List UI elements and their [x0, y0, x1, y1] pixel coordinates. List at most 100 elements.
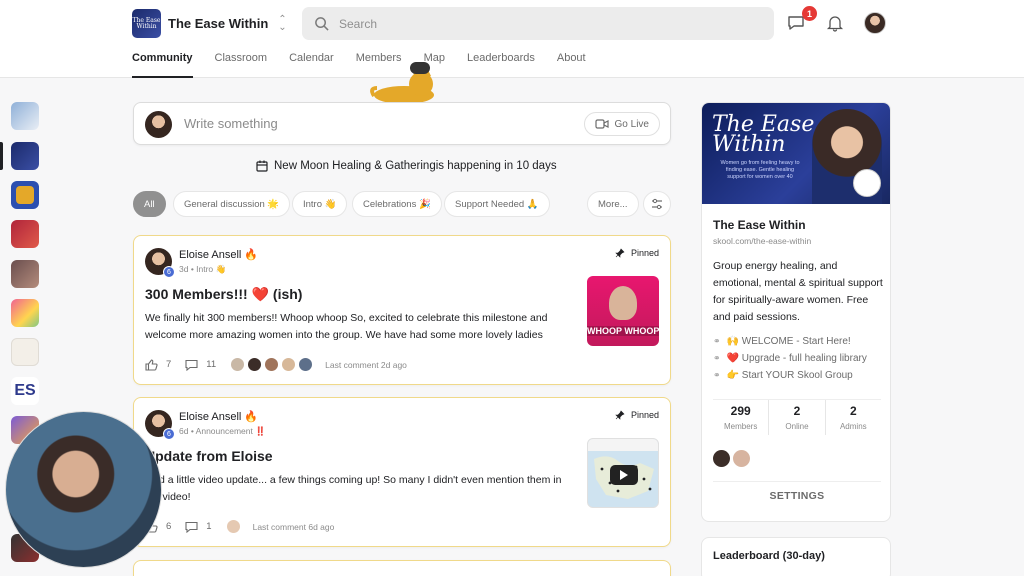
group-url[interactable]: skool.com/the-ease-within	[713, 236, 811, 246]
group-links: ⚭ 🙌 WELCOME - Start Here! ⚭ ❤️ Upgrade - f…	[713, 333, 867, 384]
thumbnail-caption: WHOOP WHOOP	[587, 326, 659, 336]
composer-input[interactable]: Write something	[184, 116, 278, 131]
post-stats: 7 11 Last comment 2d ago	[145, 357, 407, 372]
switch-chevron-icon[interactable]: ⌃ ⌄	[278, 14, 286, 32]
video-camera-icon	[594, 119, 609, 129]
rail-group-5[interactable]	[11, 260, 39, 288]
tab-classroom[interactable]: Classroom	[215, 52, 268, 78]
leaderboard-card: Leaderboard (30-day)	[701, 537, 891, 576]
post-title[interactable]: Update from Eloise	[145, 448, 273, 464]
group-switcher[interactable]: The Ease Within The Ease Within ⌃ ⌄	[132, 9, 287, 38]
group-stats: 299 Members 2 Online 2 Admins	[713, 399, 881, 435]
rail-group-6[interactable]	[11, 299, 39, 327]
level-badge: 6	[163, 266, 175, 278]
pin-icon	[615, 410, 625, 420]
search-icon	[315, 17, 329, 31]
commenter-avatar[interactable]	[281, 357, 297, 372]
post-author[interactable]: Eloise Ansell 🔥	[179, 410, 258, 423]
event-name[interactable]: New Moon Healing & Gathering	[274, 160, 436, 172]
post-thumbnail[interactable]: WHOOP WHOOP	[587, 276, 659, 346]
last-comment: Last comment 2d ago	[325, 359, 407, 370]
tab-calendar[interactable]: Calendar	[289, 52, 334, 78]
filter-celebrations[interactable]: Celebrations 🎉	[352, 191, 442, 217]
commenter-avatar[interactable]	[247, 357, 263, 372]
post-video-thumbnail[interactable]	[587, 438, 659, 508]
post-body: We finally hit 300 members!! Whoop whoop…	[145, 312, 548, 341]
event-time: is happening in 10 days	[435, 160, 557, 172]
post-composer[interactable]: Write something Go Live	[133, 102, 671, 145]
stat-label: Members	[723, 422, 758, 431]
search-bar[interactable]: Search	[302, 7, 774, 40]
bell-icon[interactable]	[826, 14, 844, 32]
group-title: The Ease Within	[713, 218, 806, 232]
rail-group-7[interactable]	[11, 338, 39, 366]
admin-avatar[interactable]	[733, 450, 750, 467]
tab-community[interactable]: Community	[132, 52, 193, 78]
filter-intro[interactable]: Intro 👋	[292, 191, 348, 217]
rail-group-ease-within[interactable]	[11, 142, 39, 170]
link-welcome[interactable]: ⚭ 🙌 WELCOME - Start Here!	[713, 333, 867, 350]
link-label: ❤️ Upgrade - full healing library	[726, 353, 867, 364]
user-avatar[interactable]	[864, 12, 886, 34]
post-card[interactable]: 6 Eloise Ansell 🔥 6d • Announcement ‼️ P…	[133, 397, 671, 547]
banner-subtitle: Women go from feeling heavy to finding e…	[720, 160, 800, 180]
leaderboard-title: Leaderboard (30-day)	[713, 550, 825, 562]
post-meta: 3d • Intro 👋	[179, 264, 227, 274]
comment-icon[interactable]	[185, 521, 198, 533]
post-card[interactable]: 6 Eloise Ansell 🔥 3d • Intro 👋 Pinned 30…	[133, 235, 671, 385]
stat-members[interactable]: 299 Members	[713, 400, 770, 435]
go-live-button[interactable]: Go Live	[583, 112, 660, 136]
comment-count: 11	[206, 359, 217, 370]
link-start-skool[interactable]: ⚭ 👉 Start YOUR Skool Group	[713, 367, 867, 384]
last-comment: Last comment 6d ago	[252, 521, 335, 532]
commenter-avatar[interactable]	[264, 357, 280, 372]
like-icon[interactable]	[145, 358, 158, 371]
like-count: 7	[166, 359, 172, 370]
post-title[interactable]: 300 Members!!! ❤️ (ish)	[145, 286, 302, 303]
admin-avatar[interactable]	[713, 450, 730, 467]
group-logo[interactable]: The Ease Within	[132, 9, 161, 38]
group-about-card: The Ease Within Women go from feeling he…	[701, 102, 891, 522]
link-icon: ⚭	[713, 353, 721, 363]
thumbnail-person	[609, 286, 637, 320]
rail-group-3[interactable]	[11, 181, 39, 209]
commenter-avatar[interactable]	[225, 519, 241, 534]
filter-all[interactable]: All	[133, 191, 166, 217]
composer-avatar	[145, 111, 172, 138]
play-icon[interactable]	[610, 465, 638, 485]
tab-about[interactable]: About	[557, 52, 586, 78]
chat-badge: 1	[802, 6, 817, 21]
rail-group-4[interactable]	[11, 220, 39, 248]
link-label: 🙌 WELCOME - Start Here!	[726, 336, 851, 347]
event-banner[interactable]: New Moon Healing & Gathering is happenin…	[256, 160, 557, 172]
calendar-icon	[256, 160, 268, 172]
rail-group-1[interactable]	[11, 102, 39, 130]
rail-group-es[interactable]: ES	[11, 377, 39, 405]
search-input[interactable]: Search	[339, 17, 377, 31]
pinned-label: Pinned	[615, 248, 659, 258]
filter-support-needed[interactable]: Support Needed 🙏	[444, 191, 550, 217]
pinned-text: Pinned	[630, 248, 659, 258]
post-author[interactable]: Eloise Ansell 🔥	[179, 248, 258, 261]
settings-button[interactable]: SETTINGS	[713, 481, 881, 509]
post-card[interactable]	[133, 560, 671, 576]
stat-admins[interactable]: 2 Admins	[826, 400, 881, 435]
sliders-icon	[652, 198, 662, 210]
pinned-label: Pinned	[615, 410, 659, 420]
banner-badge-icon	[853, 169, 881, 197]
link-upgrade[interactable]: ⚭ ❤️ Upgrade - full healing library	[713, 350, 867, 367]
stat-online[interactable]: 2 Online	[769, 400, 826, 435]
filter-more[interactable]: More...	[587, 191, 639, 217]
tab-leaderboards[interactable]: Leaderboards	[467, 52, 535, 78]
stat-label: Online	[785, 422, 809, 431]
stat-value: 299	[730, 404, 751, 418]
filter-settings-button[interactable]	[643, 191, 671, 217]
commenter-avatar[interactable]	[298, 357, 314, 372]
post-meta: 6d • Announcement ‼️	[179, 426, 266, 436]
post-stats: 6 1 Last comment 6d ago	[145, 519, 334, 534]
group-name[interactable]: The Ease Within	[168, 16, 268, 31]
filter-general-discussion[interactable]: General discussion 🌟	[173, 191, 291, 217]
commenter-avatar[interactable]	[230, 357, 246, 372]
rail-es-label: ES	[14, 382, 36, 399]
comment-icon[interactable]	[185, 359, 198, 371]
